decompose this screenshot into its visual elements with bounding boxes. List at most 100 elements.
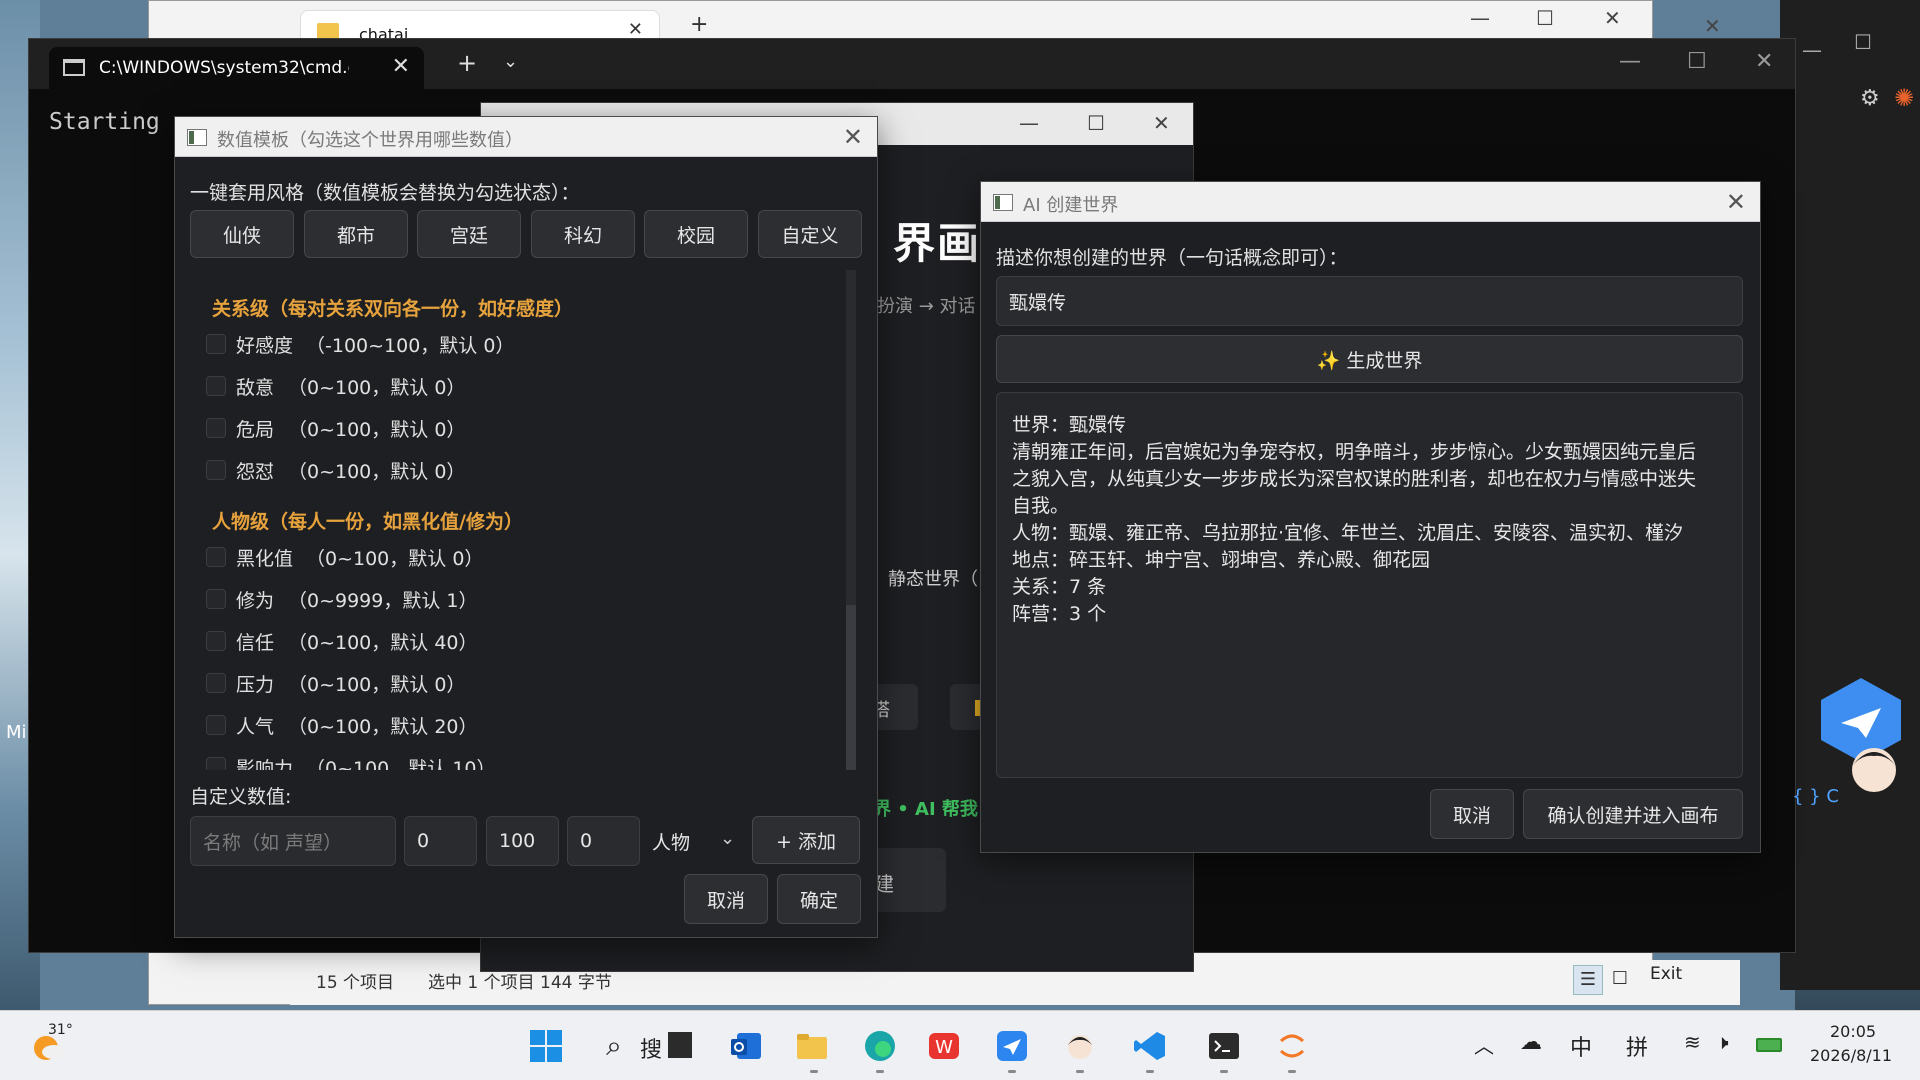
close-icon[interactable]: ✕: [843, 123, 863, 151]
edge-icon[interactable]: [862, 1028, 898, 1064]
close-icon[interactable]: ✕: [1726, 188, 1746, 216]
cancel-button[interactable]: 取消: [684, 874, 768, 924]
chevron-down-icon[interactable]: ⌄: [503, 51, 518, 72]
relation-item-range: （0~100，默认 0）: [288, 377, 466, 399]
close-icon[interactable]: ✕: [1704, 14, 1721, 38]
exit-label[interactable]: Exit: [1650, 964, 1682, 984]
restore-icon[interactable]: ☐: [1854, 30, 1872, 54]
terminal-icon[interactable]: [1206, 1028, 1242, 1064]
relation-checkbox[interactable]: [206, 376, 226, 396]
gear-icon[interactable]: ⚙: [1860, 86, 1880, 111]
result-line: 阵营：3 个: [1012, 603, 1107, 625]
custom-max-input[interactable]: 100: [486, 816, 559, 866]
add-custom-button[interactable]: + 添加: [752, 816, 860, 864]
new-tab-icon[interactable]: +: [690, 12, 708, 37]
minimize-icon[interactable]: —: [1470, 6, 1490, 30]
running-indicator: [1008, 1070, 1016, 1073]
relation-checkbox[interactable]: [206, 460, 226, 480]
scope-select[interactable]: 人物 ⌄: [650, 816, 740, 866]
running-indicator: [876, 1070, 884, 1073]
minimize-icon[interactable]: —: [1619, 49, 1641, 74]
new-tab-icon[interactable]: +: [457, 49, 477, 77]
person-checkbox[interactable]: [206, 631, 226, 651]
ime-mode[interactable]: 拼: [1626, 1030, 1648, 1062]
minimize-icon[interactable]: —: [1802, 38, 1822, 62]
jupyter-icon[interactable]: [1274, 1028, 1310, 1064]
person-checkbox[interactable]: [206, 715, 226, 735]
chevron-up-icon[interactable]: ︿: [1474, 1030, 1494, 1059]
minimize-icon[interactable]: —: [1019, 111, 1039, 135]
custom-min-input[interactable]: 0: [404, 816, 477, 866]
vscode-icon[interactable]: [1132, 1028, 1168, 1064]
close-icon[interactable]: ✕: [1153, 111, 1170, 135]
person-checkbox[interactable]: [206, 757, 226, 770]
relation-checkbox[interactable]: [206, 418, 226, 438]
avatar-app-icon[interactable]: [1062, 1028, 1098, 1064]
chevron-down-icon: ⌄: [720, 828, 736, 849]
side-code-label: { } C: [1792, 786, 1839, 807]
terminal-output: Starting: [49, 109, 160, 135]
scrollbar-upper: [846, 270, 856, 605]
ime-language[interactable]: 中: [1570, 1030, 1592, 1062]
concept-input[interactable]: 甄嬛传: [996, 276, 1743, 326]
cancel-button[interactable]: 取消: [1430, 789, 1514, 839]
search-icon[interactable]: ⌕: [596, 1028, 632, 1064]
wifi-icon[interactable]: ≋: [1684, 1030, 1701, 1054]
relation-checkbox[interactable]: [206, 334, 226, 354]
tiles-view-icon[interactable]: ☐: [1607, 965, 1633, 995]
style-xianxia-button[interactable]: 仙侠: [190, 210, 294, 258]
app-icon: [187, 129, 207, 146]
dialog-titlebar: 数值模板（勾选这个世界用哪些数值） ✕: [175, 117, 877, 157]
result-line: 自我。: [1012, 495, 1070, 517]
custom-name-input[interactable]: 名称（如 声望）: [190, 816, 396, 866]
weather-temperature: 31°: [48, 1022, 73, 1038]
close-icon[interactable]: ✕: [392, 54, 410, 79]
wps-icon[interactable]: W: [926, 1028, 962, 1064]
custom-value-label: 自定义数值:: [190, 786, 292, 808]
close-icon[interactable]: ✕: [628, 19, 643, 40]
spark-icon[interactable]: ✺: [1894, 84, 1914, 112]
numeric-scroll-area[interactable]: 关系级（每对关系双向各一份，如好感度） 好感度 （-100~100，默认 0） …: [190, 270, 862, 770]
file-explorer-icon[interactable]: [794, 1028, 830, 1064]
maximize-icon[interactable]: ☐: [1536, 6, 1554, 30]
svg-text:W: W: [935, 1037, 953, 1058]
person-checkbox[interactable]: [206, 589, 226, 609]
close-icon[interactable]: ✕: [1755, 49, 1773, 74]
style-urban-button[interactable]: 都市: [304, 210, 408, 258]
relation-section-title: 关系级（每对关系双向各一份，如好感度）: [212, 298, 574, 320]
start-icon[interactable]: [528, 1028, 564, 1064]
terminal-tab[interactable]: C:\WINDOWS\system32\cmd.e ✕: [49, 47, 424, 89]
volume-muted-icon[interactable]: 🕨: [1716, 1030, 1729, 1054]
clock-time[interactable]: 20:05: [1830, 1022, 1876, 1041]
battery-icon[interactable]: [1756, 1038, 1782, 1052]
person-item-range: （0~100，默认 0）: [288, 674, 466, 696]
details-view-icon[interactable]: ☰: [1573, 965, 1603, 995]
maximize-icon[interactable]: ☐: [1087, 111, 1105, 135]
bird-app-icon[interactable]: [994, 1028, 1030, 1064]
concept-prompt-label: 描述你想创建的世界（一句话概念即可）：: [996, 247, 1348, 269]
search-label[interactable]: 搜: [640, 1032, 662, 1064]
style-campus-button[interactable]: 校园: [644, 210, 748, 258]
scope-select-value: 人物: [652, 832, 691, 854]
mascot-widget[interactable]: [1816, 678, 1906, 798]
outlook-icon[interactable]: [728, 1028, 764, 1064]
scrollbar-thumb[interactable]: [846, 605, 856, 770]
custom-default-input[interactable]: 0: [567, 816, 640, 866]
view-toggle[interactable]: ☰ ☐: [1573, 965, 1633, 995]
style-custom-button[interactable]: 自定义: [758, 210, 862, 258]
person-checkbox[interactable]: [206, 673, 226, 693]
style-scifi-button[interactable]: 科幻: [531, 210, 635, 258]
generate-world-button[interactable]: ✨ 生成世界: [996, 335, 1743, 383]
person-checkbox[interactable]: [206, 547, 226, 567]
static-world-label: 静态世界（: [888, 569, 978, 590]
confirm-create-button[interactable]: 确认创建并进入画布: [1523, 789, 1743, 839]
result-line: 人物：甄嬛、雍正帝、乌拉那拉·宜修、年世兰、沈眉庄、安陵容、温实初、槿汐: [1012, 522, 1684, 544]
onedrive-icon[interactable]: ☁: [1520, 1030, 1542, 1055]
ok-button[interactable]: 确定: [777, 874, 861, 924]
terminal-tabbar: C:\WINDOWS\system32\cmd.e ✕ + ⌄ — ☐ ✕: [29, 39, 1795, 89]
person-item-name: 影响力: [236, 758, 294, 770]
style-palace-button[interactable]: 宫廷: [417, 210, 521, 258]
close-icon[interactable]: ✕: [1604, 6, 1621, 30]
maximize-icon[interactable]: ☐: [1687, 49, 1707, 74]
clock-date[interactable]: 2026/8/11: [1810, 1046, 1892, 1065]
